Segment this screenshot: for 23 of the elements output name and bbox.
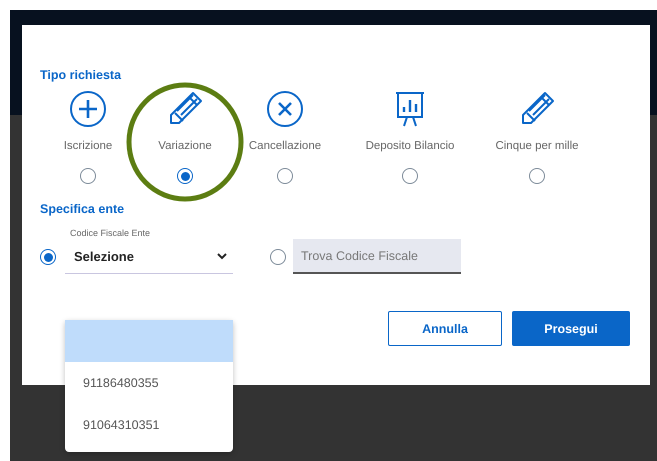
dropdown-option[interactable]: 91064310351 (65, 404, 233, 446)
search-field[interactable]: Trova Codice Fiscale (293, 239, 461, 274)
radio-button[interactable] (80, 168, 96, 184)
radio-button[interactable] (277, 168, 293, 184)
section-title: Specifica ente (40, 202, 126, 216)
cancel-button[interactable]: Annulla (388, 311, 502, 346)
close-circle-icon (266, 90, 304, 128)
radio-button[interactable] (402, 168, 418, 184)
option-label: Cinque per mille (495, 140, 579, 152)
dropdown-option[interactable]: 91186480355 (65, 362, 233, 404)
radio-button[interactable] (529, 168, 545, 184)
plus-circle-icon (69, 90, 107, 128)
option-label: Cancellazione (248, 140, 322, 152)
chevron-down-icon (217, 253, 227, 260)
section-title: Tipo richiesta (40, 68, 122, 82)
option-label: Deposito Bilancio (366, 140, 454, 152)
option-label: Variazione (158, 140, 212, 152)
radio-button[interactable] (270, 249, 286, 265)
radio-button[interactable] (40, 249, 56, 265)
field-label: Codice Fiscale Ente (70, 228, 152, 238)
continue-button[interactable]: Prosegui (512, 311, 630, 346)
option-label: Iscrizione (64, 140, 112, 152)
radio-button[interactable] (177, 168, 193, 184)
